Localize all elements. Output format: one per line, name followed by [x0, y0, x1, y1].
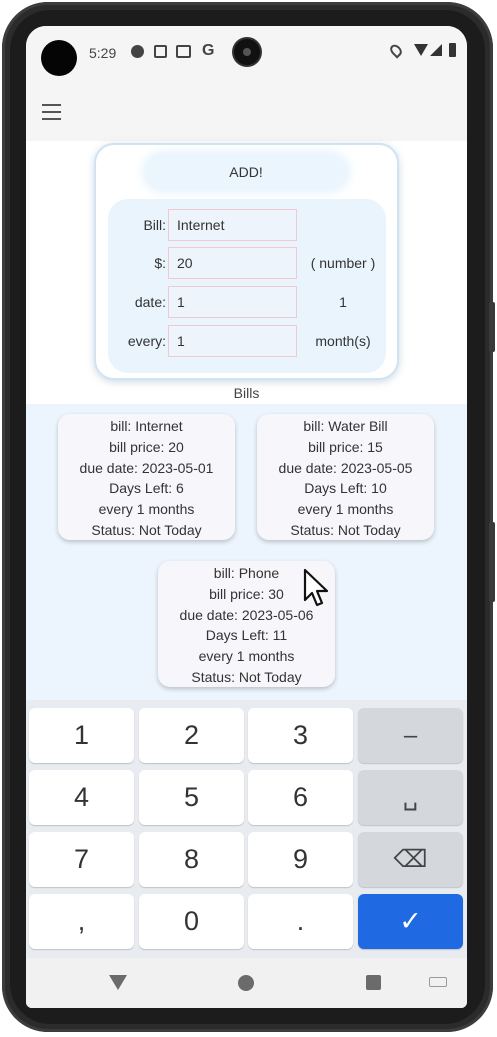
- bill-status: Status: Not Today: [91, 521, 202, 538]
- add-bill-card: ADD! Bill: $: ( number ) date: 1 every: …: [94, 143, 399, 380]
- back-icon[interactable]: [109, 975, 127, 990]
- status-time: 5:29: [89, 45, 117, 61]
- notification-icon: [131, 45, 144, 58]
- bill-frequency: every 1 months: [297, 501, 394, 518]
- bill-card-water[interactable]: bill: Water Bill bill price: 15 due date…: [257, 414, 434, 540]
- every-hint: month(s): [315, 333, 371, 349]
- key-3[interactable]: 3: [248, 708, 353, 763]
- gallery-icon: [176, 45, 191, 58]
- key-0[interactable]: 0: [139, 894, 244, 949]
- bill-days-left: Days Left: 10: [304, 480, 387, 497]
- bill-name-input[interactable]: [168, 209, 297, 241]
- front-camera: [41, 40, 77, 76]
- key-comma[interactable]: ,: [29, 894, 134, 949]
- bills-title: Bills: [233, 385, 260, 401]
- key-period[interactable]: .: [248, 894, 353, 949]
- key-7[interactable]: 7: [29, 832, 134, 887]
- key-5[interactable]: 5: [139, 770, 244, 825]
- form-row-date: date: 1: [108, 286, 386, 318]
- date-label: date:: [134, 294, 166, 310]
- bill-due-date: due date: 2023-05-01: [79, 459, 214, 476]
- battery-icon: [449, 43, 456, 57]
- google-icon: G: [202, 42, 215, 59]
- camera-indicator-icon: [234, 39, 260, 65]
- home-icon[interactable]: [238, 975, 254, 991]
- numeric-keypad: 1 2 3 – 4 5 6 ␣ 7 8 9 ⌫ , 0 . ✓: [26, 700, 467, 958]
- bill-days-left: Days Left: 11: [205, 627, 288, 644]
- key-space[interactable]: ␣: [358, 770, 463, 825]
- price-input[interactable]: [168, 247, 297, 279]
- bill-due-date: due date: 2023-05-05: [278, 459, 413, 476]
- side-button: [489, 522, 495, 602]
- key-1[interactable]: 1: [29, 708, 134, 763]
- bill-status: Status: Not Today: [191, 668, 302, 685]
- every-input[interactable]: [168, 325, 297, 357]
- key-6[interactable]: 6: [248, 770, 353, 825]
- recents-icon[interactable]: [366, 975, 381, 990]
- key-done[interactable]: ✓: [358, 894, 463, 949]
- form-row-bill: Bill:: [108, 209, 386, 241]
- notification-icon: [154, 45, 167, 58]
- bill-frequency: every 1 months: [98, 501, 195, 518]
- location-icon: [387, 42, 405, 59]
- bill-card-internet[interactable]: bill: Internet bill price: 20 due date: …: [58, 414, 235, 540]
- key-2[interactable]: 2: [139, 708, 244, 763]
- bill-price: bill price: 20: [109, 438, 184, 455]
- form-row-every: every: month(s): [108, 325, 386, 357]
- bills-list: bill: Internet bill price: 20 due date: …: [26, 404, 467, 702]
- bill-days-left: Days Left: 6: [109, 480, 184, 497]
- add-button[interactable]: ADD!: [146, 155, 346, 189]
- bill-price: bill price: 15: [308, 438, 383, 455]
- price-label: $:: [154, 255, 166, 271]
- wifi-icon: [414, 44, 428, 56]
- hamburger-menu-icon[interactable]: [41, 103, 63, 121]
- status-bar: 5:29 G: [26, 26, 467, 84]
- bill-status: Status: Not Today: [290, 521, 401, 538]
- navigation-bar: [26, 958, 467, 1008]
- key-backspace[interactable]: ⌫: [358, 832, 463, 887]
- bill-form: Bill: $: ( number ) date: 1 every: month…: [108, 199, 386, 373]
- form-row-price: $: ( number ): [108, 247, 386, 279]
- key-9[interactable]: 9: [248, 832, 353, 887]
- key-minus[interactable]: –: [358, 708, 463, 763]
- bill-name: bill: Internet: [110, 418, 183, 434]
- mouse-cursor-icon: [303, 568, 329, 607]
- signal-icon: [430, 44, 442, 56]
- price-hint: ( number ): [310, 255, 376, 271]
- keyboard-icon[interactable]: [429, 977, 447, 987]
- date-hint: 1: [339, 294, 347, 310]
- bill-frequency: every 1 months: [198, 648, 295, 665]
- app-bar: [26, 84, 467, 141]
- bill-label: Bill:: [143, 217, 166, 233]
- date-input[interactable]: [168, 286, 297, 318]
- side-button: [489, 302, 495, 352]
- key-4[interactable]: 4: [29, 770, 134, 825]
- every-label: every:: [127, 333, 166, 349]
- key-8[interactable]: 8: [139, 832, 244, 887]
- phone-screen: 5:29 G ADD! Bill: $: ( number ): [26, 26, 467, 1008]
- bill-name: bill: Water Bill: [303, 418, 388, 434]
